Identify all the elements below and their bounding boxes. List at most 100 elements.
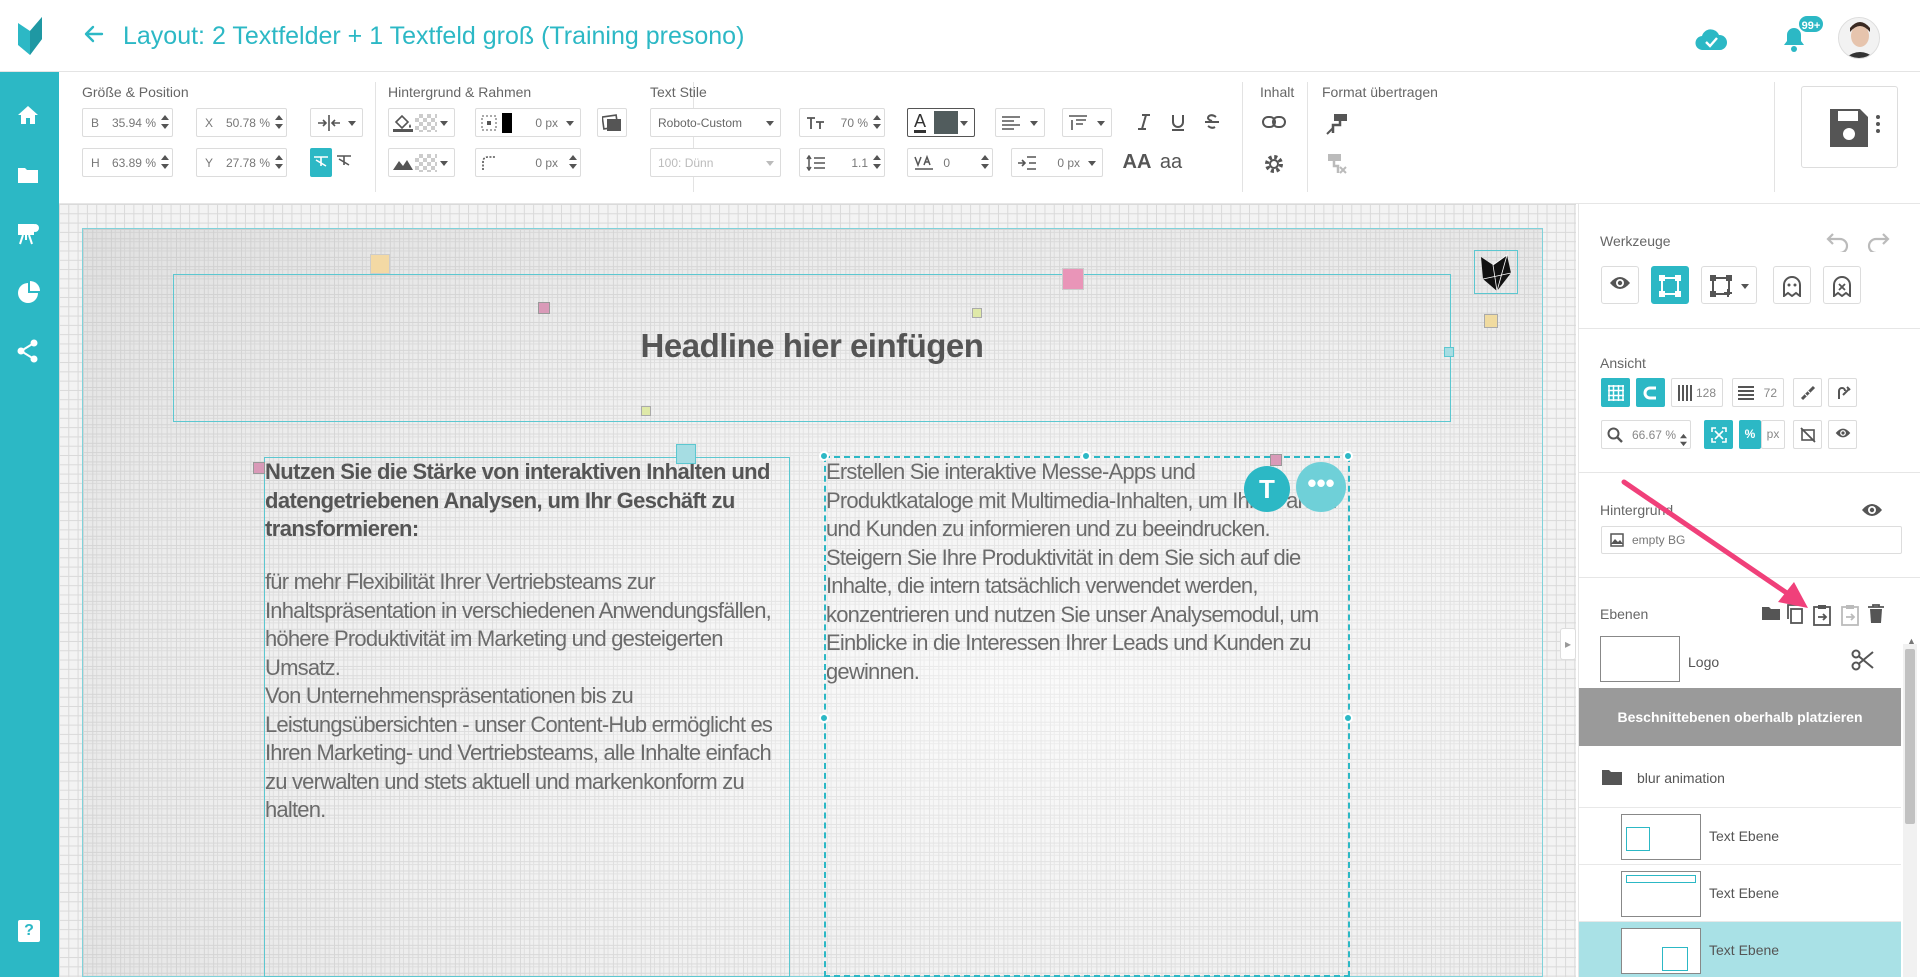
background-visibility-icon[interactable] — [1861, 502, 1883, 518]
place-clipping-layers-button[interactable]: Beschnittebenen oberhalb platzieren — [1579, 688, 1901, 746]
format-clear-icon[interactable] — [1322, 148, 1352, 177]
italic-icon[interactable] — [1129, 108, 1159, 137]
trash-icon[interactable] — [1867, 604, 1885, 624]
line-height-field[interactable]: 1.1 — [799, 148, 885, 177]
resize-handle-l[interactable] — [819, 713, 829, 723]
link-icon[interactable] — [1259, 108, 1289, 137]
more-vertical-icon[interactable] — [1875, 114, 1887, 138]
app-logo-icon[interactable] — [14, 15, 46, 57]
unit-px-toggle[interactable]: px — [1761, 420, 1785, 449]
stepper-icon[interactable] — [161, 154, 169, 170]
select-tool-icon[interactable] — [1651, 266, 1689, 304]
share-icon[interactable] — [15, 338, 45, 368]
unit-percent-toggle[interactable]: % — [1739, 420, 1761, 449]
pie-chart-icon[interactable] — [15, 280, 45, 310]
resize-handle-tr[interactable] — [1343, 451, 1353, 461]
eye-icon[interactable] — [1601, 266, 1639, 304]
ruler-icon[interactable] — [1793, 378, 1822, 407]
paste-disabled-icon[interactable] — [1839, 604, 1861, 626]
headline-textbox[interactable]: Headline hier einfügen — [173, 274, 1451, 422]
vertical-align-dropdown[interactable] — [1062, 108, 1112, 137]
x-value: 50.78 % — [225, 116, 270, 130]
stepper-icon[interactable] — [275, 154, 283, 170]
layer-row-selected[interactable]: Text Ebene — [1579, 922, 1901, 977]
left-body-text: für mehr Flexibilität Ihrer Vertriebstea… — [265, 569, 773, 822]
right-textbox-selected[interactable]: Erstellen Sie interaktive Messe-Apps und… — [824, 456, 1350, 977]
hide-guides-icon[interactable] — [1793, 420, 1822, 449]
ghost-icon[interactable] — [1773, 266, 1811, 304]
slide-logo[interactable] — [1474, 250, 1518, 294]
resize-handle-r[interactable] — [1343, 713, 1353, 723]
text-shrink-icon[interactable] — [333, 148, 355, 177]
magnet-icon[interactable] — [1636, 378, 1665, 407]
stepper-icon[interactable] — [569, 154, 577, 170]
arrow-left-icon[interactable] — [82, 22, 112, 50]
resize-handle-tl[interactable] — [819, 451, 829, 461]
fill-color-dropdown[interactable] — [388, 108, 455, 137]
slide-headline[interactable]: Headline hier einfügen — [174, 327, 1450, 365]
undo-icon[interactable] — [1825, 230, 1851, 252]
snap-guides-icon[interactable] — [1828, 378, 1857, 407]
stepper-icon[interactable] — [275, 114, 283, 130]
font-weight-select[interactable]: 100: Dünn — [650, 148, 781, 177]
stepper-icon[interactable] — [873, 154, 881, 170]
stepper-icon[interactable] — [981, 154, 989, 170]
width-field[interactable]: B 35.94 % — [82, 108, 173, 137]
text-indent-dropdown[interactable]: 0 px — [1011, 148, 1103, 177]
strikethrough-icon[interactable] — [1197, 108, 1227, 137]
shadow-icon[interactable] — [597, 108, 627, 137]
grid-icon[interactable] — [1601, 378, 1630, 407]
border-radius-field[interactable]: 0 px — [475, 148, 581, 177]
height-field[interactable]: H 63.89 % — [82, 148, 173, 177]
paint-bucket-icon — [393, 114, 413, 132]
folder-icon[interactable] — [15, 162, 45, 192]
rows-field[interactable]: 72 — [1732, 378, 1784, 407]
help-icon[interactable]: ? — [18, 920, 40, 942]
text-fit-toggle-icon[interactable] — [310, 148, 332, 177]
layers-scrollbar-thumb[interactable] — [1905, 649, 1915, 824]
left-textbox[interactable]: Nutzen Sie die Stärke von interaktiven I… — [264, 457, 790, 977]
zoom-field[interactable]: 66.67 % — [1601, 420, 1691, 449]
background-image-dropdown[interactable] — [388, 148, 455, 177]
shape-tool-dropdown[interactable] — [1701, 266, 1757, 304]
chevron-right-icon[interactable]: ▸ — [1560, 628, 1576, 660]
font-size-field[interactable]: 70 % — [799, 108, 885, 137]
layer-folder[interactable]: blur animation — [1579, 752, 1901, 808]
resize-handle-t[interactable] — [1081, 451, 1091, 461]
columns-field[interactable]: 128 — [1671, 378, 1723, 407]
layer-row[interactable]: Text Ebene — [1579, 865, 1901, 922]
layer-name: Text Ebene — [1709, 942, 1780, 958]
home-icon[interactable] — [15, 102, 45, 132]
y-position-field[interactable]: Y 27.78 % — [196, 148, 287, 177]
format-painter-icon[interactable] — [1322, 108, 1352, 137]
font-family-select[interactable]: Roboto-Custom — [650, 108, 781, 137]
underline-icon[interactable] — [1163, 108, 1193, 137]
ghost-remove-icon[interactable] — [1823, 266, 1861, 304]
more-options-button[interactable]: ••• — [1296, 462, 1346, 512]
stepper-icon[interactable] — [873, 114, 881, 130]
align-horizontal-dropdown[interactable] — [310, 108, 363, 137]
preview-eye-icon[interactable] — [1828, 420, 1857, 449]
lowercase-button[interactable]: aa — [1156, 148, 1186, 177]
x-position-field[interactable]: X 50.78 % — [196, 108, 287, 137]
redo-icon[interactable] — [1865, 230, 1891, 252]
border-width-dropdown[interactable]: 0 px — [475, 108, 581, 137]
stepper-icon[interactable] — [1680, 433, 1687, 447]
text-color-dropdown[interactable]: A — [907, 108, 975, 137]
presentation-icon[interactable] — [15, 220, 45, 250]
text-edit-button[interactable]: T — [1244, 466, 1290, 512]
layer-name-logo[interactable]: Logo — [1688, 654, 1719, 670]
scissors-icon[interactable] — [1851, 648, 1875, 672]
gear-icon[interactable] — [1259, 148, 1289, 177]
fit-screen-icon[interactable] — [1704, 420, 1733, 449]
annotation-arrow-icon — [1621, 479, 1808, 608]
layer-row[interactable]: Text Ebene — [1579, 808, 1901, 865]
cloud-check-icon[interactable] — [1694, 28, 1728, 52]
uppercase-button[interactable]: AA — [1122, 148, 1152, 177]
layer-thumb-logo — [1600, 636, 1680, 682]
letter-spacing-field[interactable]: 0 — [907, 148, 993, 177]
vertical-align-top-icon — [1069, 115, 1087, 130]
avatar[interactable] — [1838, 17, 1880, 59]
stepper-icon[interactable] — [161, 114, 169, 130]
text-align-dropdown[interactable] — [995, 108, 1045, 137]
